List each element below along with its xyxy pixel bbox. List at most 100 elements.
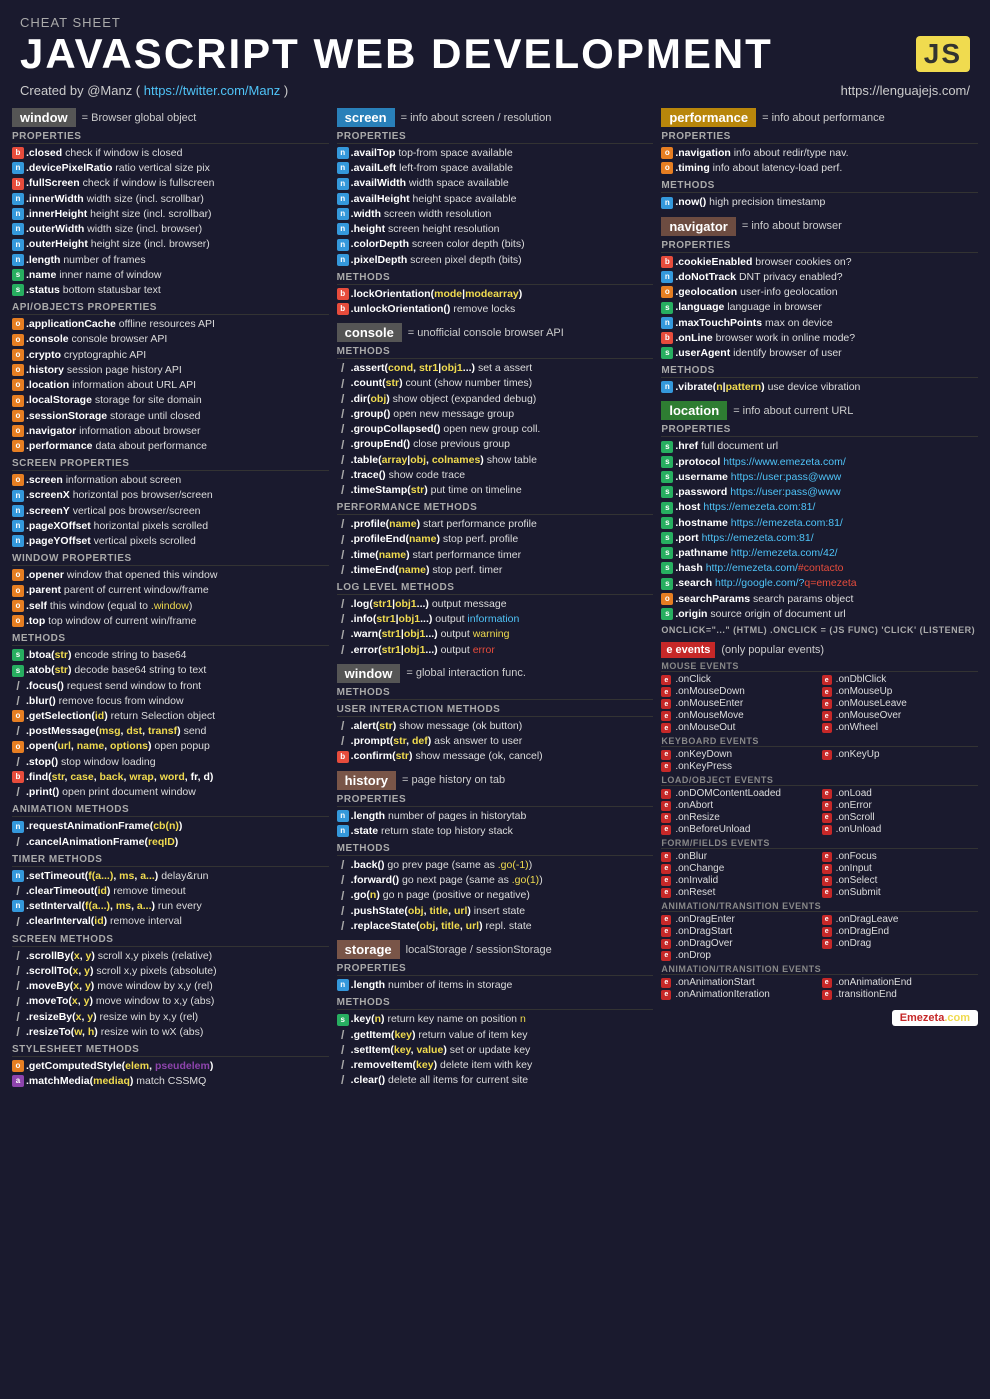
list-item: /.dir(obj) show object (expanded debug) [337,392,654,407]
list-item: /.print() open print document window [12,785,329,800]
window-interact-title: window [337,664,401,683]
list-item: /.moveTo(x, y) move window to x,y (abs) [12,994,329,1009]
col-1: window = Browser global object PROPERTIE… [8,108,333,1095]
list-item: o.performance data about performance [12,439,329,454]
window-section: window = Browser global object PROPERTIE… [12,108,329,1089]
evt-item: e.onDragEnd [822,926,978,937]
list-item: o.geolocation user-info geolocation [661,285,978,300]
list-item: /.clearInterval(id) remove interval [12,914,329,929]
list-item: /.setItem(key, value) set or update key [337,1043,654,1058]
screen-meth-label: SCREEN METHODS [12,934,329,947]
list-item: n.outerWidth width size (incl. browser) [12,222,329,237]
evt-item: e.onReset [661,887,817,898]
history-props-lbl: PROPERTIES [337,794,654,807]
site-link[interactable]: https://lenguajejs.com/ [841,83,970,98]
perf-props-lbl: PROPERTIES [661,131,978,144]
list-item: n.setTimeout(f(a...), ms, a...) delay&ru… [12,869,329,884]
storage-title: storage [337,940,400,959]
list-item: a.matchMedia(mediaq) match CSSMQ [12,1074,329,1089]
list-item: o.self this window (equal to .window) [12,599,329,614]
list-item: s.btoa(str) encode string to base64 [12,648,329,663]
screen-methods: /.scrollBy(x, y) scroll x,y pixels (rela… [12,949,329,1040]
console-section: console = unofficial console browser API… [337,323,654,658]
evt-item: e.onDrop [661,950,817,961]
list-item: /.warn(str1|obj1...) output warning [337,627,654,642]
load-events-grid: e.onDOMContentLoaded e.onLoad e.onAbort … [661,788,978,835]
list-item: o.open(url, name, options) open popup [12,739,329,754]
drag-events-lbl: ANIMATION/TRANSITION EVENTS [661,901,978,912]
list-item: n.outerHeight height size (incl. browser… [12,237,329,252]
header-subtitle: Created by @Manz ( https://twitter.com/M… [20,83,970,98]
credit-text: Created by @Manz ( https://twitter.com/M… [20,83,288,98]
list-item: /.scrollTo(x, y) scroll x,y pixels (abso… [12,964,329,979]
list-item: s.userAgent identify browser of user [661,346,978,361]
stylesheet-methods: o.getComputedStyle(elem, pseudelem) a.ma… [12,1059,329,1089]
evt-item: e.onMouseOver [822,710,978,721]
nav-methods-list: n.vibrate(n|pattern) use device vibratio… [661,380,978,395]
list-item: n.length number of frames [12,253,329,268]
evt-item: e.onMouseMove [661,710,817,721]
list-item: b.find(str, case, back, wrap, word, fr, … [12,770,329,785]
list-item: /.postMessage(msg, dst, transf) send [12,724,329,739]
navigator-desc: = info about browser [742,220,842,232]
header: CHEAT SHEET JAVASCRIPT WEB DEVELOPMENT J… [0,0,990,108]
list-item: /.count(str) count (show number times) [337,376,654,391]
evt-item: e.onInvalid [661,875,817,886]
list-item: /.blur() remove focus from window [12,694,329,709]
list-item: o.top top window of current win/frame [12,614,329,629]
loc-props-lbl: PROPERTIES [661,424,978,437]
storage-methods-list: s.key(n) return key name on position n /… [337,1012,654,1088]
list-item: o.searchParams search params object [661,592,978,607]
list-item: b.fullScreen check if window is fullscre… [12,176,329,191]
list-item: /.clearTimeout(id) remove timeout [12,884,329,899]
list-item: n.doNotTrack DNT privacy enabled? [661,270,978,285]
list-item: n.length number of pages in historytab [337,809,654,824]
user-interact-sub: USER INTERACTION METHODS [337,704,654,717]
history-desc: = page history on tab [402,774,505,786]
form-events-grid: e.onBlur e.onFocus e.onChange e.onInput … [661,851,978,898]
evt-item: e.onBlur [661,851,817,862]
list-item: s.href full document url [661,439,978,454]
storage-methods-lbl: METHODS [337,997,654,1010]
location-title: location [661,401,727,420]
evt-item: e.onClick [661,674,817,685]
list-item: o.applicationCache offline resources API [12,317,329,332]
evt-item: e.onFocus [822,851,978,862]
cheat-label: CHEAT SHEET [20,15,970,30]
list-item: s.status bottom statusbar text [12,283,329,298]
api-label: API/OBJECTS PROPERTIES [12,302,329,315]
list-item: o.screen information about screen [12,473,329,488]
list-item: /.go(n) go n page (positive or negative) [337,888,654,903]
window-interaction-section: window = global interaction func. METHOD… [337,664,654,765]
screen-props-label: SCREEN PROPERTIES [12,458,329,471]
list-item: o.localStorage storage for site domain [12,393,329,408]
list-item: b.confirm(str) show message (ok, cancel) [337,749,654,764]
list-item: /.resizeBy(x, y) resize win by x,y (rel) [12,1010,329,1025]
list-item: /.replaceState(obj, title, url) repl. st… [337,919,654,934]
list-item: b.onLine browser work in online mode? [661,331,978,346]
loc-note-lbl: onClick="..." (HTML) .onclick = (JS func… [661,625,978,636]
list-item: /.timeStamp(str) put time on timeline [337,483,654,498]
list-item: /.log(str1|obj1...) output message [337,597,654,612]
twitter-link[interactable]: https://twitter.com/Manz [144,83,281,98]
list-item: n.availHeight height space available [337,192,654,207]
list-item: n.innerWidth width size (incl. scrollbar… [12,192,329,207]
events-section: e events (only popular events) MOUSE EVE… [661,642,978,1026]
list-item: o.console console browser API [12,332,329,347]
anim-label: ANIMATION METHODS [12,804,329,817]
history-props-list: n.length number of pages in historytab n… [337,809,654,839]
evt-item: e.onAnimationIteration [661,989,817,1000]
navigator-section: navigator = info about browser PROPERTIE… [661,217,978,396]
evt-item: e.onSelect [822,875,978,886]
location-section: location = info about current URL PROPER… [661,401,978,636]
evt-item: e.onMouseLeave [822,698,978,709]
evt-item: e.onMouseUp [822,686,978,697]
keyboard-events-lbl: KEYBOARD EVENTS [661,736,978,747]
list-item: /.profile(name) start performance profil… [337,517,654,532]
list-item: n.height screen height resolution [337,222,654,237]
list-item: /.cancelAnimationFrame(reqID) [12,835,329,850]
list-item: s.pathname http://emezeta.com/42/ [661,546,978,561]
evt-item: e.onMouseOut [661,722,817,733]
evt-item: e.onMouseDown [661,686,817,697]
list-item: n.requestAnimationFrame(cb(n)) [12,819,329,834]
